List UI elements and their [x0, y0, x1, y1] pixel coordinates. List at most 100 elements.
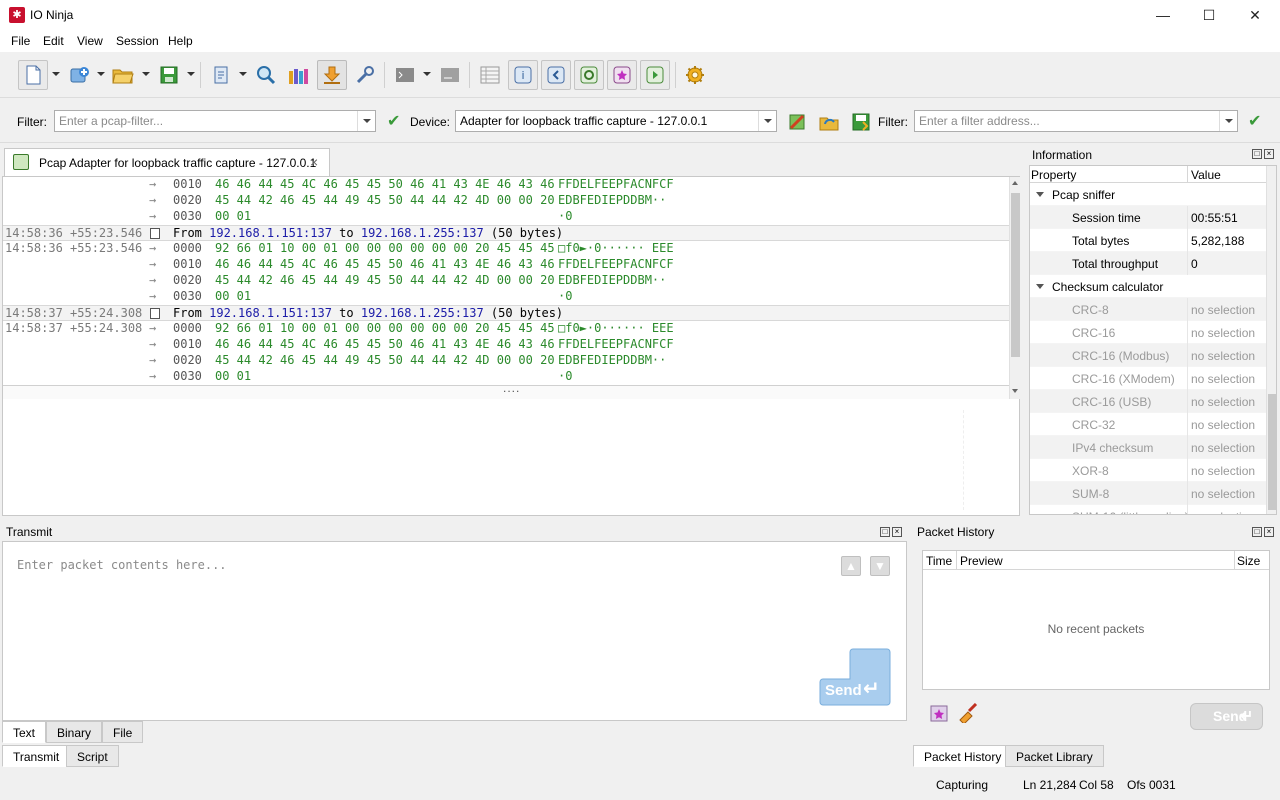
add-to-library-icon[interactable]	[924, 698, 954, 728]
chevron-down-icon[interactable]	[758, 111, 776, 131]
log-hex-line: → 0020 45 44 42 46 45 44 49 45 50 44 44 42…	[3, 193, 1009, 209]
chevron-down-icon[interactable]	[357, 111, 375, 131]
tab-packet-library[interactable]: Packet Library	[1005, 745, 1104, 767]
col-size[interactable]: Size	[1237, 554, 1260, 568]
menu-edit[interactable]: Edit	[43, 34, 64, 48]
apply-filter-check-icon[interactable]: ✔	[387, 111, 400, 131]
packet-content-input[interactable]: Enter packet contents here...	[17, 558, 227, 572]
close-panel-icon[interactable]: ×	[1264, 149, 1274, 159]
log-text: to	[331, 306, 361, 320]
highlighters-icon[interactable]	[283, 60, 313, 90]
float-panel-icon[interactable]: □	[1252, 149, 1262, 159]
property-row[interactable]: SUM-16 (little-endian)no selection	[1030, 505, 1266, 514]
menu-session[interactable]: Session	[116, 34, 159, 48]
device-label: Device:	[410, 115, 451, 129]
history-up-icon[interactable]: ▲	[841, 556, 861, 576]
float-panel-icon[interactable]: □	[1252, 527, 1262, 537]
property-row[interactable]: CRC-8 no selection	[1030, 298, 1266, 321]
log-view[interactable]: → 0010 46 46 44 45 4C 46 45 45 50 46 41 43…	[2, 176, 1021, 516]
menu-help[interactable]: Help	[168, 34, 193, 48]
tab-binary[interactable]: Binary	[46, 721, 103, 743]
expand-triangle-icon[interactable]	[1036, 284, 1044, 289]
property-row[interactable]: SUM-8 no selection	[1030, 482, 1266, 505]
property-name: SUM-16 (little-endian)	[1072, 510, 1189, 514]
chevron-down-icon[interactable]	[1219, 111, 1237, 131]
packet-history-table[interactable]: Time Preview Size No recent packets	[922, 550, 1270, 690]
history-down-icon[interactable]: ▼	[870, 556, 890, 576]
refresh-folder-icon[interactable]	[814, 107, 844, 137]
transmit-editor[interactable]: Enter packet contents here... ▲ ▼ Send ↵	[2, 541, 907, 721]
close-button[interactable]: ✕	[1232, 0, 1278, 30]
continuation-arrow-icon: →	[149, 193, 157, 207]
transmit-panel-icon[interactable]	[640, 60, 670, 90]
add-plugin-icon[interactable]	[64, 60, 94, 90]
property-row[interactable]: CRC-16 (Modbus) no selection	[1030, 344, 1266, 367]
address-filter-input[interactable]: Enter a filter address...	[914, 110, 1238, 132]
tab-text[interactable]: Text	[2, 721, 47, 743]
clear-history-broom-icon[interactable]	[953, 698, 983, 728]
tools-icon[interactable]	[350, 60, 380, 90]
log-splitter[interactable]: ....	[3, 381, 1009, 399]
filter-label: Filter:	[17, 115, 47, 129]
chevron-down-icon[interactable]	[423, 72, 431, 76]
log-vertical-scrollbar[interactable]	[1009, 177, 1021, 399]
minimize-button[interactable]: —	[1140, 0, 1186, 30]
property-row[interactable]: Total bytes 5,282,188	[1030, 229, 1266, 252]
menu-view[interactable]: View	[77, 34, 103, 48]
property-row[interactable]: CRC-32 no selection	[1030, 413, 1266, 436]
open-folder-icon[interactable]	[108, 60, 138, 90]
send-button[interactable]: Send ↵	[819, 648, 891, 706]
terminal-icon[interactable]	[390, 60, 420, 90]
back-panel-icon[interactable]	[541, 60, 571, 90]
log-packet-header: 14:58:37 +55:24.308 From 192.168.1.151:13…	[3, 305, 1009, 321]
tab-script[interactable]: Script	[66, 745, 119, 767]
download-auto-scroll-icon[interactable]	[317, 60, 347, 90]
property-name: CRC-16	[1072, 326, 1116, 340]
property-row[interactable]: IPv4 checksum no selection	[1030, 436, 1266, 459]
chevron-down-icon[interactable]	[187, 72, 195, 76]
property-group[interactable]: Checksum calculator	[1030, 275, 1266, 298]
property-row[interactable]: Total throughput 0	[1030, 252, 1266, 275]
search-icon[interactable]	[251, 60, 281, 90]
checksum-panel-icon[interactable]	[574, 60, 604, 90]
menu-file[interactable]: File	[11, 34, 30, 48]
close-tab-icon[interactable]: ×	[310, 154, 318, 170]
close-panel-icon[interactable]: ×	[892, 527, 902, 537]
history-send-button[interactable]: Send ↵	[1190, 703, 1263, 730]
tab-session[interactable]: Pcap Adapter for loopback traffic captur…	[4, 148, 330, 176]
tab-packet-history[interactable]: Packet History	[913, 745, 1013, 767]
capture-settings-icon[interactable]	[782, 107, 812, 137]
col-time[interactable]: Time	[926, 554, 952, 568]
property-row[interactable]: CRC-16 no selection	[1030, 321, 1266, 344]
apply-address-filter-check-icon[interactable]: ✔	[1248, 111, 1261, 131]
new-session-icon[interactable]	[18, 60, 48, 90]
chevron-down-icon[interactable]	[142, 72, 150, 76]
information-scrollbar[interactable]	[1266, 166, 1276, 514]
device-select[interactable]: Adapter for loopback traffic capture - 1…	[455, 110, 777, 132]
log-hex-line: → 0010 46 46 44 45 4C 46 45 45 50 46 41 43…	[3, 257, 1009, 273]
clipboard-icon[interactable]	[206, 60, 236, 90]
save-icon[interactable]	[154, 60, 184, 90]
chevron-down-icon[interactable]	[52, 72, 60, 76]
info-panel-icon[interactable]: i	[508, 60, 538, 90]
table-view-icon[interactable]	[475, 60, 505, 90]
property-row[interactable]: CRC-16 (XModem) no selection	[1030, 367, 1266, 390]
gear-icon[interactable]	[680, 60, 710, 90]
col-preview[interactable]: Preview	[960, 554, 1003, 568]
property-row[interactable]: XOR-8 no selection	[1030, 459, 1266, 482]
expand-triangle-icon[interactable]	[1036, 192, 1044, 197]
tab-file[interactable]: File	[102, 721, 144, 743]
property-group[interactable]: Pcap sniffer	[1030, 183, 1266, 206]
save-capture-icon[interactable]	[846, 107, 876, 137]
pcap-filter-input[interactable]: Enter a pcap-filter...	[54, 110, 376, 132]
property-row[interactable]: CRC-16 (USB) no selection	[1030, 390, 1266, 413]
chevron-down-icon[interactable]	[97, 72, 105, 76]
console-icon[interactable]	[435, 60, 465, 90]
chevron-down-icon[interactable]	[239, 72, 247, 76]
property-row[interactable]: Session time 00:55:51	[1030, 206, 1266, 229]
close-panel-icon[interactable]: ×	[1264, 527, 1274, 537]
maximize-button[interactable]: ☐	[1186, 0, 1232, 30]
tab-transmit[interactable]: Transmit	[2, 745, 71, 767]
packet-library-panel-icon[interactable]	[607, 60, 637, 90]
float-panel-icon[interactable]: □	[880, 527, 890, 537]
